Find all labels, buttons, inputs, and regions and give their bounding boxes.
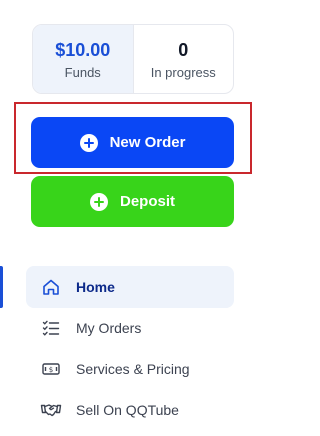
active-nav-indicator [0,266,3,308]
home-icon [40,276,62,298]
in-progress-label: In progress [150,64,216,80]
sidebar-item-home[interactable]: Home [26,266,234,308]
funds-label: Funds [64,64,101,80]
handshake-icon [40,399,62,421]
sidebar-item-label: Home [76,279,115,295]
sidebar-item-label: My Orders [76,320,142,336]
sidebar-item-label: Sell On QQTube [76,402,179,418]
sidebar-item-sell-on-qqtube[interactable]: Sell On QQTube [26,389,234,431]
account-stats-card: $10.00 Funds 0 In progress [32,24,234,94]
sidebar-nav: Home My Orders $ Services & Pricing Sell… [26,266,234,430]
deposit-button[interactable]: Deposit [31,176,234,227]
plus-circle-icon [79,133,98,152]
in-progress-value: 0 [178,39,189,60]
svg-text:$: $ [49,366,53,374]
new-order-label: New Order [109,134,186,151]
sidebar-item-services-pricing[interactable]: $ Services & Pricing [26,348,234,390]
banknote-icon: $ [40,358,62,380]
in-progress-stat: 0 In progress [134,25,234,93]
checklist-icon [40,317,62,339]
funds-stat: $10.00 Funds [33,25,134,93]
sidebar-item-label: Services & Pricing [76,361,190,377]
deposit-label: Deposit [119,193,175,210]
plus-circle-icon [89,192,108,211]
funds-value: $10.00 [55,39,111,60]
sidebar-item-my-orders[interactable]: My Orders [26,307,234,349]
new-order-button[interactable]: New Order [31,117,234,168]
